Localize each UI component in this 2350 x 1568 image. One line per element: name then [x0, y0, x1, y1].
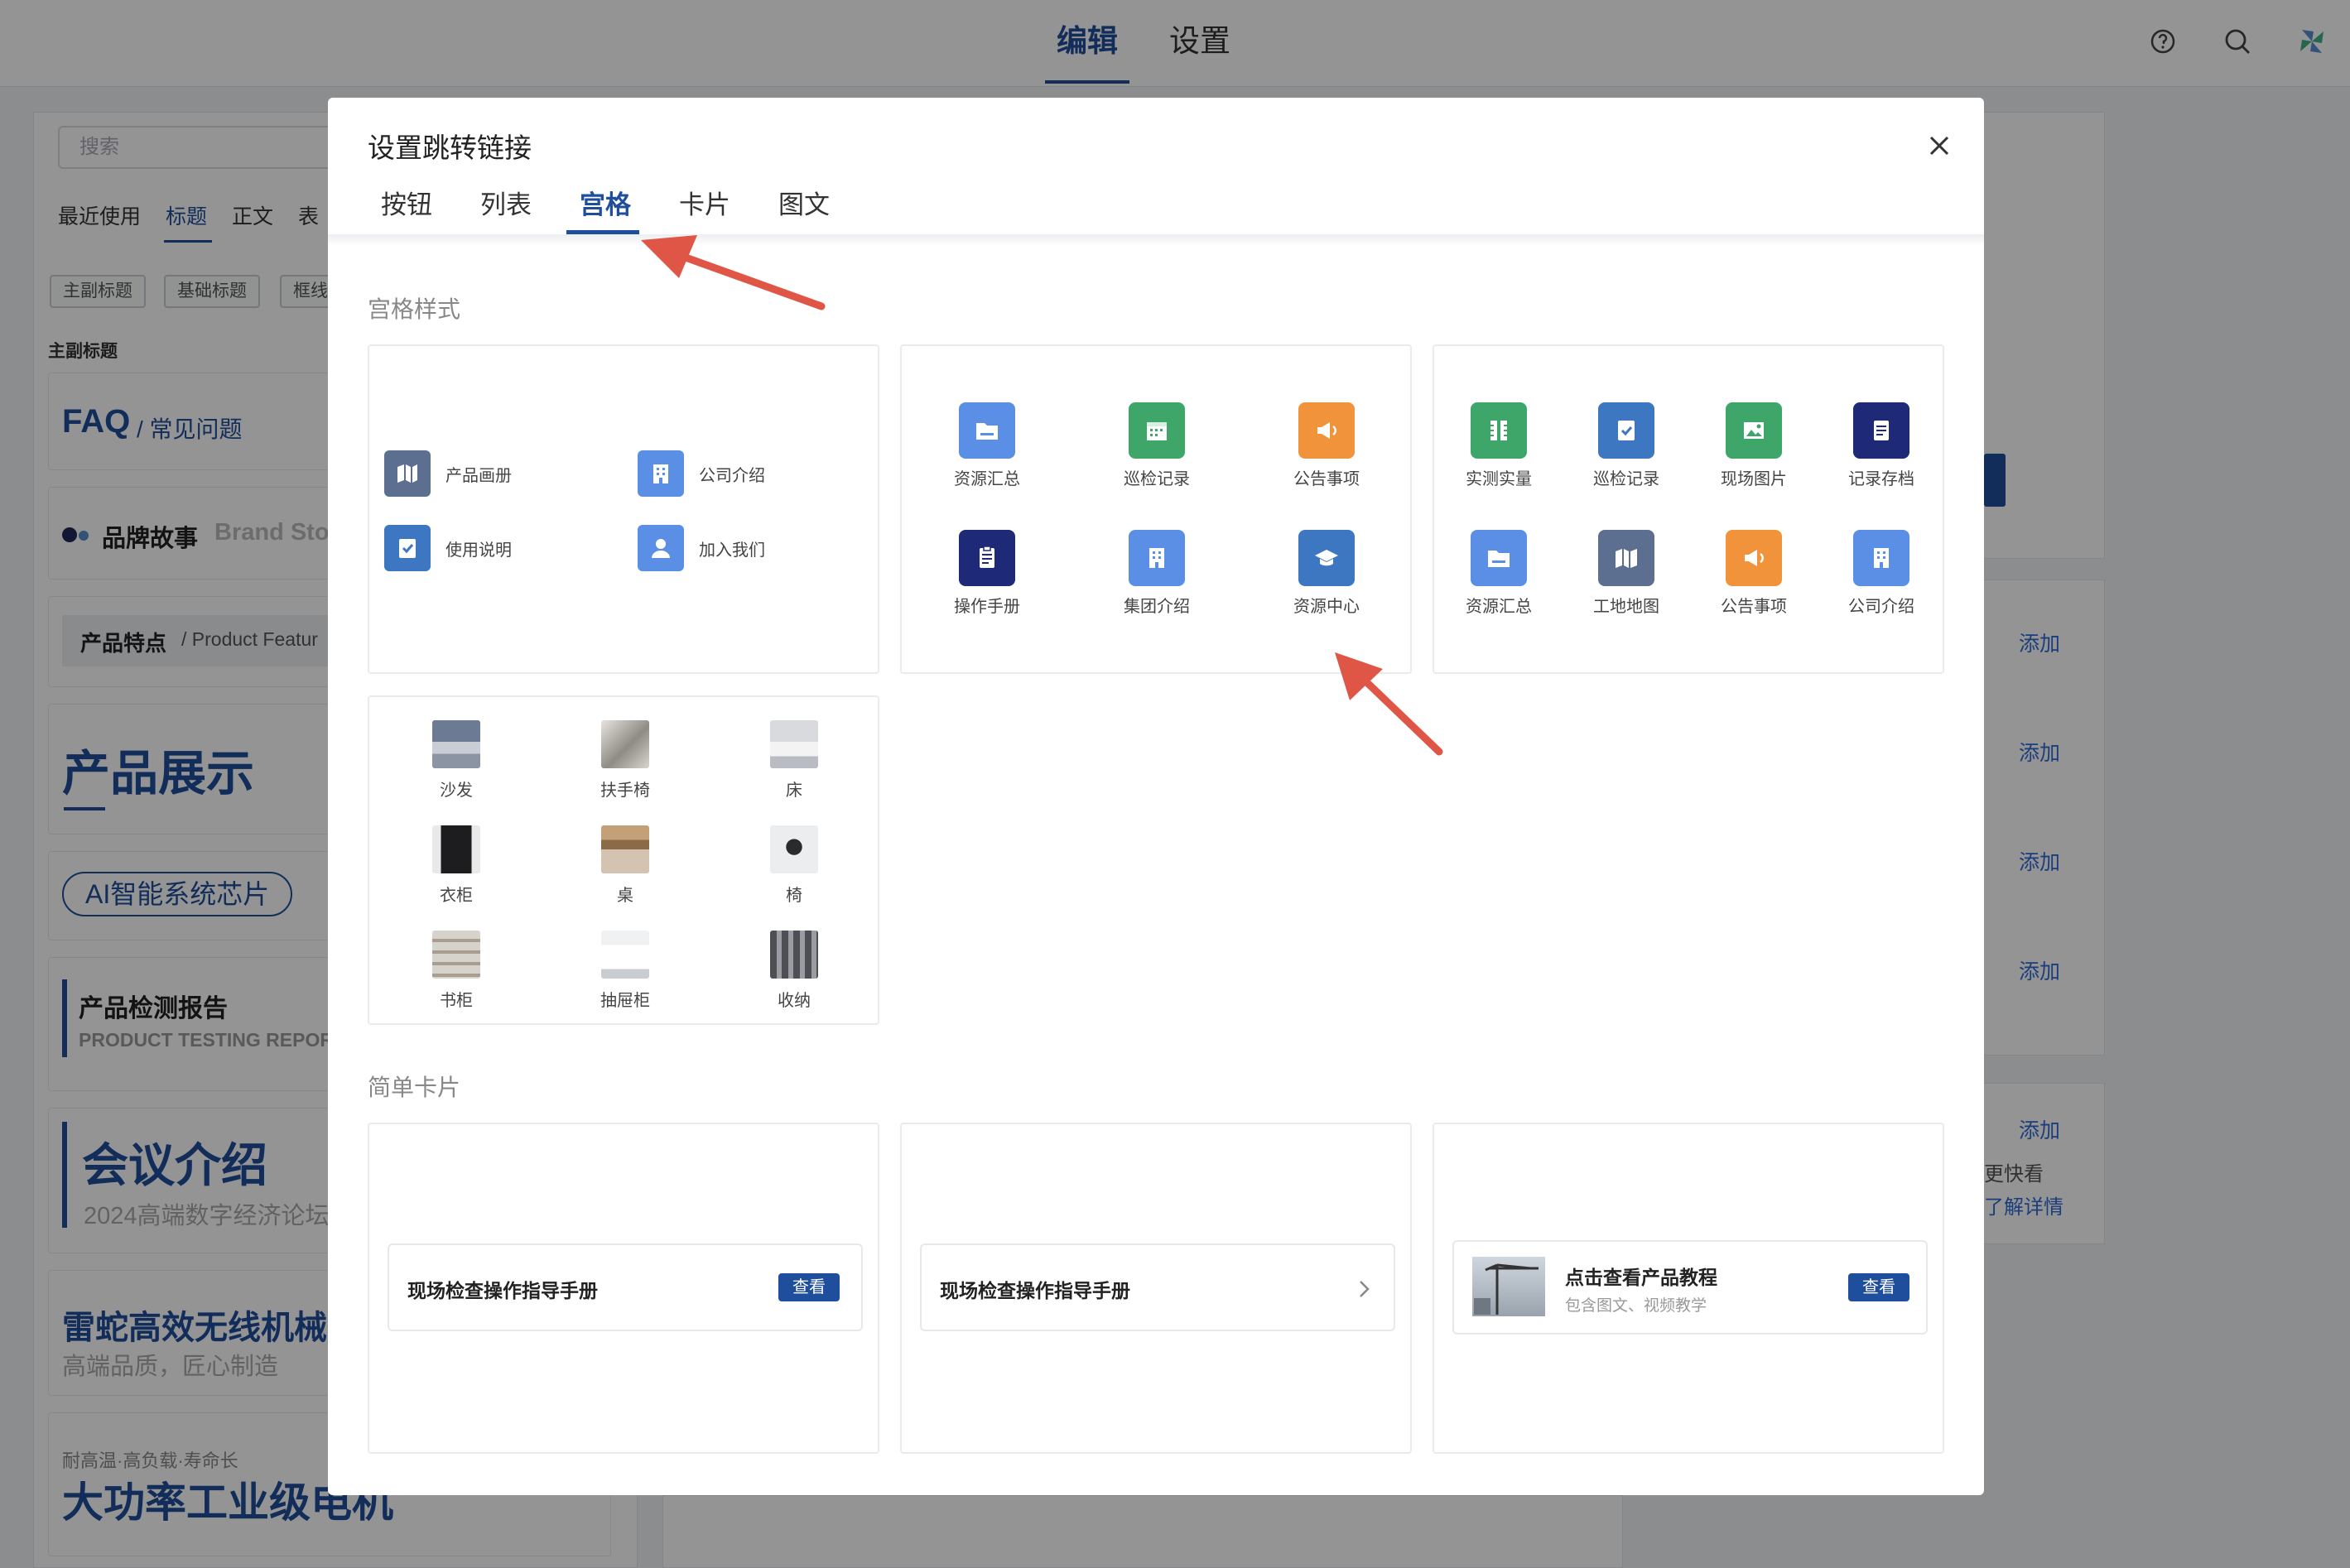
crane-image [1472, 1257, 1545, 1316]
view-button[interactable]: 查看 [1848, 1273, 1909, 1301]
user-icon [638, 525, 684, 571]
document-icon [959, 530, 1015, 586]
tab-list[interactable]: 列表 [480, 184, 532, 221]
simple-card[interactable]: 现场检查操作指导手册 查看 [388, 1243, 863, 1331]
simple-card[interactable]: 现场检查操作指导手册 [920, 1243, 1395, 1331]
checklist-icon [1598, 402, 1654, 459]
map-icon [1598, 530, 1654, 586]
document-icon [1853, 402, 1909, 459]
card-style-2[interactable]: 现场检查操作指导手册 [900, 1123, 1412, 1454]
ruler-icon [1471, 402, 1527, 459]
grid-style-4col[interactable]: 实测实量 巡检记录 现场图片 记录存档 资源汇总 工地地图 公告事项 公司介绍 [1433, 344, 1944, 674]
map-icon [384, 450, 431, 497]
view-button[interactable]: 查看 [778, 1273, 840, 1301]
tab-card[interactable]: 卡片 [679, 184, 730, 221]
close-icon[interactable] [1921, 127, 1958, 164]
tab-button[interactable]: 按钮 [381, 184, 432, 221]
sofa-image [432, 720, 480, 768]
megaphone-icon [1726, 530, 1782, 586]
checklist-icon [384, 525, 431, 571]
grid-style-3col[interactable]: 资源汇总 巡检记录 公告事项 操作手册 集团介绍 资源中心 [900, 344, 1412, 674]
graduation-cap-icon [1298, 530, 1355, 586]
folder-icon [959, 402, 1015, 459]
drawer-cabinet-image [601, 931, 649, 979]
folder-icon [1471, 530, 1527, 586]
building-icon [638, 450, 684, 497]
dialog-title: 设置跳转链接 [368, 132, 532, 163]
wardrobe-image [432, 825, 480, 873]
storage-image [770, 931, 818, 979]
image-icon [1726, 402, 1782, 459]
section-title-grid: 宫格样式 [368, 296, 461, 322]
tab-divider [328, 234, 1984, 246]
calendar-icon [1129, 402, 1185, 459]
chair-image [770, 825, 818, 873]
armchair-image [601, 720, 649, 768]
section-title-card: 简单卡片 [368, 1075, 461, 1100]
bookcase-image [432, 931, 480, 979]
image-card[interactable]: 点击查看产品教程 包含图文、视频教学 查看 [1452, 1240, 1928, 1335]
megaphone-icon [1298, 402, 1355, 459]
card-style-3[interactable]: 点击查看产品教程 包含图文、视频教学 查看 [1433, 1123, 1944, 1454]
table-image [601, 825, 649, 873]
grid-style-list[interactable]: 产品画册 公司介绍 使用说明 加入我们 [368, 344, 879, 674]
tab-image-text[interactable]: 图文 [778, 184, 830, 221]
annotation-arrow-icon [641, 235, 826, 310]
tab-grid[interactable]: 宫格 [580, 184, 631, 221]
annotation-arrow-icon [1335, 652, 1443, 756]
chevron-right-icon[interactable] [1354, 1277, 1374, 1301]
card-style-1[interactable]: 现场检查操作指导手册 查看 [368, 1123, 879, 1454]
bed-image [770, 720, 818, 768]
grid-style-image[interactable]: 沙发 扶手椅 床 衣柜 桌 椅 书柜 抽屉柜 收纳 [368, 695, 879, 1025]
building-icon [1853, 530, 1909, 586]
building-icon [1129, 530, 1185, 586]
